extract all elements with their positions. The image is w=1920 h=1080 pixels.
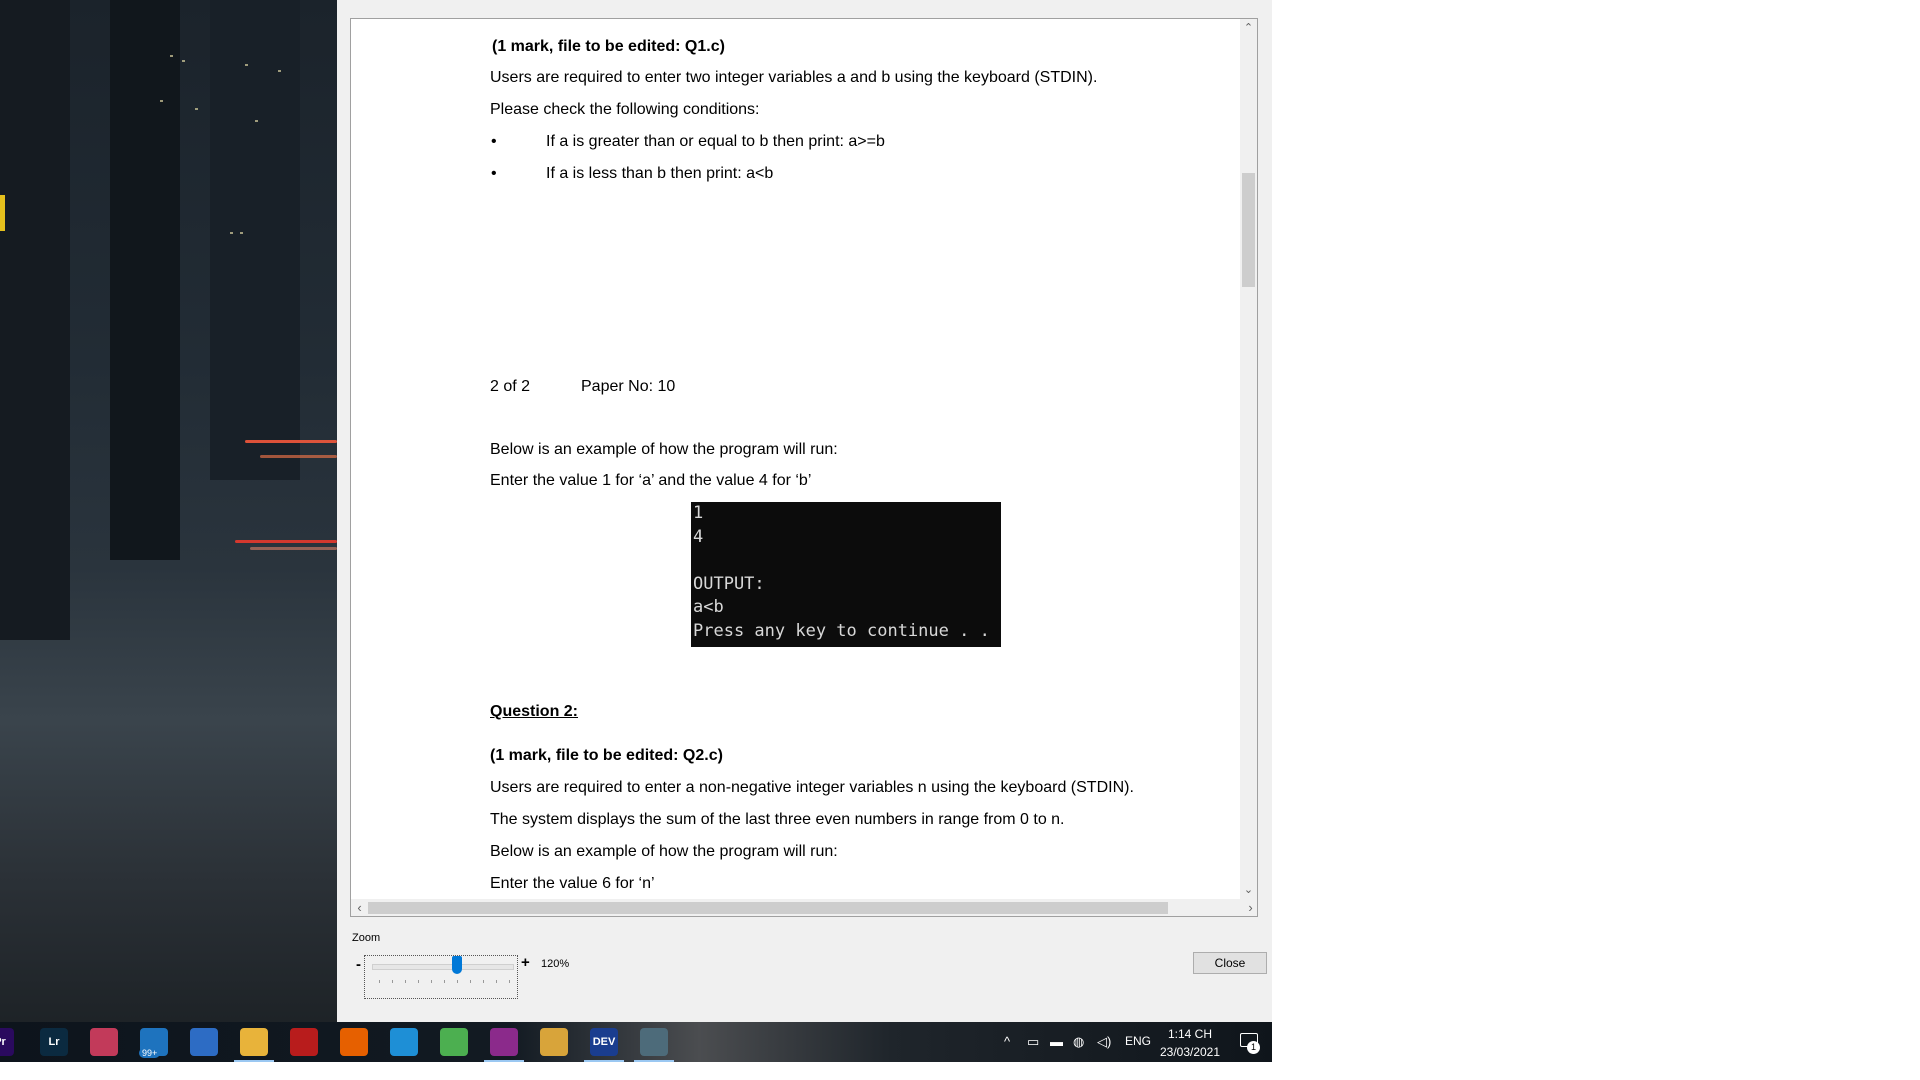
zoom-in-button[interactable]: + — [521, 954, 530, 971]
close-button[interactable]: Close — [1193, 952, 1267, 974]
q1-condition-2: If a is less than b then print: a<b — [546, 165, 774, 182]
paper-number: Paper No: 10 — [581, 378, 676, 395]
q1-conditions-intro: Please check the following conditions: — [490, 101, 760, 118]
zoom-tick — [470, 980, 471, 983]
chrome-icon[interactable] — [440, 1028, 468, 1056]
q1-description: Users are required to enter two integer … — [490, 69, 1098, 86]
scroll-left-arrow-icon[interactable]: ‹ — [351, 900, 368, 915]
zoom-out-button[interactable]: - — [356, 956, 361, 973]
bullet-glyph: • — [491, 165, 497, 182]
file-explorer-icon[interactable] — [240, 1028, 268, 1056]
zoom-tick — [457, 980, 458, 983]
example-intro: Below is an example of how the program w… — [490, 441, 838, 458]
running-indicator — [234, 1060, 274, 1062]
battery-icon[interactable]: ▬ — [1050, 1034, 1063, 1049]
mail-badge: 99+ — [139, 1048, 161, 1058]
taskbar: Pr Lr DEV 99+ ^ ▭ ▬ ◍ ◁) ENG 1 — [0, 1022, 1272, 1062]
garena-icon[interactable] — [290, 1028, 318, 1056]
console-line: 4 — [693, 526, 704, 547]
zoom-tick — [379, 980, 380, 983]
network-icon[interactable]: ◍ — [1073, 1034, 1084, 1050]
vertical-scroll-thumb[interactable] — [1242, 173, 1255, 287]
zoom-tick — [418, 980, 419, 983]
devcpp-icon[interactable]: DEV — [590, 1028, 618, 1056]
volume-icon[interactable]: ◁) — [1097, 1034, 1111, 1050]
console-line: OUTPUT: — [693, 573, 765, 594]
running-indicator — [584, 1060, 624, 1062]
compass-icon[interactable] — [640, 1028, 668, 1056]
console-line: Press any key to continue . . . — [693, 620, 990, 648]
zoom-tick — [509, 980, 510, 983]
horizontal-scroll-thumb[interactable] — [368, 902, 1168, 914]
running-indicator — [484, 1060, 524, 1062]
q2-example-intro: Below is an example of how the program w… — [490, 843, 838, 860]
firefox-icon[interactable] — [340, 1028, 368, 1056]
zoom-label: Zoom — [352, 932, 381, 944]
print-preview-window: (1 mark, file to be edited: Q1.c) Users … — [337, 0, 1272, 1022]
zoom-slider-focus-box — [364, 955, 518, 999]
example-input-note: Enter the value 1 for ‘a’ and the value … — [490, 472, 812, 489]
zoom-tick — [431, 980, 432, 983]
winrar-icon[interactable] — [490, 1028, 518, 1056]
clock-time[interactable]: 1:14 CH — [1160, 1027, 1220, 1041]
q2-header: (1 mark, file to be edited: Q2.c) — [490, 747, 723, 764]
paint-icon[interactable] — [540, 1028, 568, 1056]
zoom-value: 120% — [541, 958, 570, 970]
bullet-glyph: • — [491, 133, 497, 150]
scroll-up-arrow-icon[interactable]: ⌃ — [1240, 21, 1257, 34]
scroll-down-arrow-icon[interactable]: ⌄ — [1240, 883, 1257, 896]
desktop-wallpaper — [0, 0, 337, 1030]
scroll-right-arrow-icon[interactable]: › — [1242, 900, 1257, 915]
console-output-q1: 1 4 OUTPUT: a<b Press any key to continu… — [691, 502, 1001, 647]
vertical-scrollbar[interactable]: ⌃ ⌄ — [1240, 19, 1257, 899]
zoom-slider-thumb[interactable] — [452, 956, 463, 974]
horizontal-scrollbar[interactable]: ‹ › — [351, 899, 1257, 916]
store-icon[interactable] — [190, 1028, 218, 1056]
meet-now-icon[interactable]: ▭ — [1027, 1034, 1039, 1050]
q2-example-input-note: Enter the value 6 for ‘n’ — [490, 875, 655, 892]
q1-condition-1: If a is greater than or equal to b then … — [546, 133, 885, 150]
edge-icon[interactable] — [390, 1028, 418, 1056]
zoom-tick — [483, 980, 484, 983]
q2-description: Users are required to enter a non-negati… — [490, 779, 1134, 796]
zoom-tick — [444, 980, 445, 983]
document-page-frame: (1 mark, file to be edited: Q1.c) Users … — [350, 18, 1258, 917]
q1-header: (1 mark, file to be edited: Q1.c) — [492, 38, 725, 55]
notification-center-icon[interactable]: 1 — [1238, 1030, 1260, 1054]
page-number: 2 of 2 — [490, 378, 531, 395]
running-indicator — [634, 1060, 674, 1062]
console-line: 1 — [693, 503, 704, 523]
console-line: a<b — [693, 597, 724, 617]
tray-overflow-chevron-icon[interactable]: ^ — [1004, 1034, 1010, 1049]
premiere-icon[interactable]: Pr — [0, 1028, 14, 1056]
q2-output-description: The system displays the sum of the last … — [490, 811, 1065, 828]
clock-date[interactable]: 23/03/2021 — [1151, 1045, 1229, 1059]
zoom-tick — [496, 980, 497, 983]
notification-count: 1 — [1247, 1041, 1260, 1054]
zoom-tick — [392, 980, 393, 983]
lightroom-icon[interactable]: Lr — [40, 1028, 68, 1056]
language-indicator[interactable]: ENG — [1125, 1034, 1151, 1048]
photos-icon[interactable] — [90, 1028, 118, 1056]
document-page: (1 mark, file to be edited: Q1.c) Users … — [351, 19, 1251, 916]
zoom-tick — [405, 980, 406, 983]
q2-title: Question 2: — [490, 703, 579, 720]
zoom-slider-track[interactable] — [372, 964, 514, 970]
